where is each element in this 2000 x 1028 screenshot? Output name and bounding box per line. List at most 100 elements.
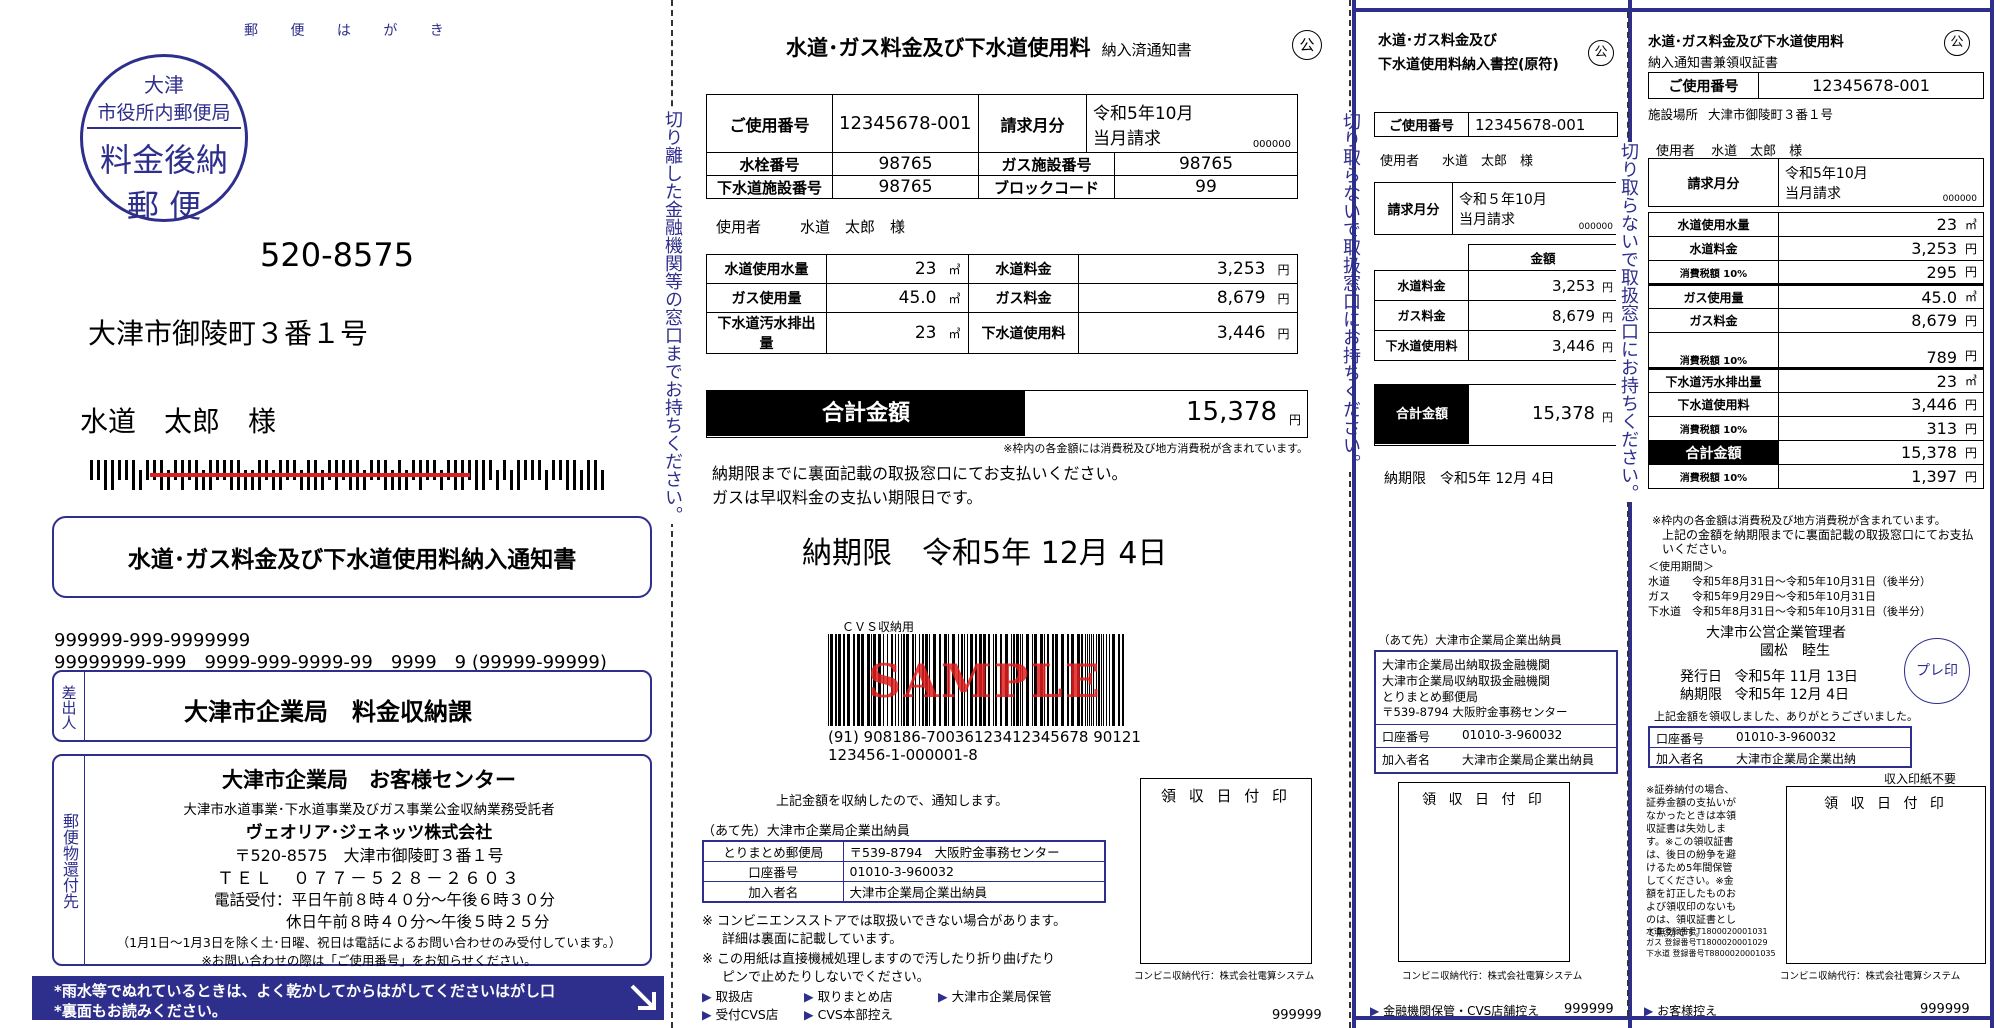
table-row: 下水道使用料 3,446 円: [1648, 392, 1984, 417]
footer-note1: *雨水等でぬれているときは、よく乾かしてからはがしてくださいはがし口: [54, 982, 556, 1000]
cr-issue-date: 令和5年 11月 13日: [1734, 669, 1858, 685]
barcode-bar: [594, 460, 597, 490]
cr-row-value: 3,446: [1911, 395, 1957, 414]
cr-row-unit: 円: [1964, 398, 1977, 412]
cf-footer-label: 金融機関保管・CVS店舗控え: [1383, 1004, 1540, 1018]
cr-row-label: 消費税額 10%: [1648, 464, 1779, 489]
cr-facility-value: 大津市御陵町３番１号: [1708, 107, 1834, 122]
block-label: ブロックコード: [978, 175, 1115, 199]
table-row: 水道料金 3,253 円: [1374, 270, 1618, 301]
cf-amount-blank: [1374, 244, 1469, 271]
table-row: 水道使用水量 23 ㎥水道料金 3,253 円: [706, 254, 1298, 284]
cr-row-value-cell: 295 円: [1778, 260, 1984, 285]
table-row: 下水道使用料 3,446 円: [1374, 330, 1618, 361]
sample-watermark: SAMPLE: [868, 654, 1102, 708]
return-box: 郵便物還付先 大津市企業局 お客様センター 大津市水道事業･下水道事業及びガス事…: [52, 754, 652, 968]
bank-value: 大津市企業局企業出納員: [842, 881, 1106, 903]
return-title: 大津市企業局 お客様センター: [222, 768, 516, 792]
table-row: 合計金額 15,378 円: [1648, 440, 1984, 465]
cr-row-value: 8,679: [1911, 311, 1957, 330]
cr-row-unit: ㎥: [1964, 218, 1977, 232]
block-code: 99: [1114, 175, 1298, 199]
cr-cvs-agent: コンビニ収納代行：株式会社電算システム: [1780, 971, 1961, 982]
cr-row-value: 1,397: [1911, 467, 1957, 486]
peel-arrow-icon[interactable]: [628, 982, 658, 1014]
cr-period-key: ガス: [1648, 590, 1670, 603]
return-sub: 大津市水道事業･下水道事業及びガス事業公金収納業務受託者: [183, 802, 555, 818]
barcode-bar: [559, 460, 562, 480]
barcode-bar: [118, 460, 121, 480]
table-row: 水道使用水量 23 ㎥: [1648, 212, 1984, 237]
cf-amounts: 金額 水道料金 3,253 円ガス料金 8,679 円下水道使用料 3,446 円: [1374, 244, 1618, 361]
cr-subscriber-row: 加入者名 大津市企業局企業出納: [1650, 748, 1910, 767]
total-label: 合計金額: [707, 391, 1025, 436]
barcode-bar: [580, 470, 583, 490]
charge-name: 水道料金: [968, 254, 1079, 284]
cr-footer: ▶ お客様控え: [1644, 1002, 1717, 1019]
cf-account-no: 01010-3-960032: [1462, 728, 1563, 742]
cf-bank-line: 大津市企業局収納取扱金融機関: [1382, 674, 1551, 688]
cr-row-label: 下水道使用料: [1648, 392, 1779, 417]
stamp-line1: 大津: [144, 73, 184, 97]
cr-user: 使用者 水道 太郎 様: [1656, 140, 1802, 159]
legend-item: ▶ 取扱店: [702, 986, 753, 1005]
cf-bank-line: 〒539-8794 大阪貯金事務センター: [1382, 705, 1568, 719]
postcard-panel: 郵 便 は が き 大津 市役所内郵便局 料金後納 郵 便 520-8575 大…: [32, 8, 664, 1020]
table-row: 下水道汚水排出量 23 ㎥下水道使用料 3,446 円: [706, 312, 1298, 354]
sewer-facility-label: 下水道施設番号: [706, 175, 833, 199]
legend-item: ▶ 取りまとめ店: [804, 986, 893, 1005]
barcode-redaction: [150, 473, 470, 477]
cr-reg-list: 水道 登録番号T1800020001031 ガス 登録番号T1800020001…: [1646, 926, 1776, 959]
charge-name: ガス料金: [968, 283, 1079, 313]
legend-item: ▶ 受付CVS店: [702, 1004, 778, 1023]
sewer-facility-no: 98765: [832, 175, 979, 199]
barcode-bar: [545, 470, 548, 490]
cr-pay-note: 上記の金額を納期限までに裏面記載の取扱窓口にてお支払いください。: [1662, 528, 1974, 556]
cvs-agent: コンビニ収納代行：株式会社電算システム: [1134, 971, 1315, 982]
barcode-bar: [828, 634, 829, 726]
barcode-bar: [517, 460, 520, 490]
receipt-title-sub: 納入済通知書: [1101, 41, 1192, 59]
cf-bank-line: 大津市企業局出納取扱金融機関: [1382, 658, 1551, 672]
cr-row-label: 消費税額 10%: [1648, 416, 1779, 441]
cr-serial: 999999: [1920, 1002, 1970, 1017]
stamp-box-label: 領 収 日 付 印: [1160, 787, 1292, 805]
cr-row-label: ガス料金: [1648, 308, 1779, 333]
cr-subscriber-label: 加入者名: [1656, 752, 1705, 766]
counterfoil-panel: 水道･ガス料金及び 下水道使用料納入書控(原符) 公 ご使用番号 1234567…: [1362, 8, 1626, 1020]
pay-note-2: ガスは早収料金の支払い期限日です。: [712, 488, 983, 507]
cr-stamp-box-label: 領 収 日 付 印: [1824, 796, 1948, 812]
receipt-stamp-box: 領 収 日 付 印: [1140, 778, 1312, 964]
cr-period-row: 水道 令和5年8月31日～令和5年10月31日（後半分）: [1648, 574, 1988, 589]
cr-row-value-cell: 1,397 円: [1778, 464, 1984, 489]
cr-reg: ガス 登録番号T1800020001029: [1646, 938, 1768, 947]
cf-total-value: 15,378: [1532, 403, 1595, 424]
barcode-bar: [524, 460, 527, 480]
charge-amount: 8,679: [1078, 283, 1272, 313]
cr-period-row: ガス 令和5年9月29日～令和5年10月31日: [1648, 589, 1988, 604]
cr-row-value: 3,253: [1911, 239, 1957, 258]
gas-facility-label: ガス施設番号: [978, 152, 1115, 176]
barcode-bar: [843, 634, 845, 726]
barcode-bar: [1118, 634, 1120, 726]
cr-stamp-free: 収入印紙不要: [1884, 772, 1957, 786]
cf-user-label: 使用者: [1380, 154, 1420, 169]
bank-row: とりまとめ郵便局 〒539-8794 大阪貯金事務センター: [702, 840, 1106, 862]
cr-row-value: 45.0: [1921, 287, 1957, 307]
cr-row-label: ガス使用量: [1648, 284, 1779, 309]
usage-info-table: ご使用番号 12345678-001 請求月分 令和5年10月 当月請求 000…: [706, 94, 1298, 153]
barcode-bar: [1112, 634, 1115, 726]
notice-title-box: 水道･ガス料金及び下水道使用料納入通知書: [52, 516, 652, 598]
bank-row: 加入者名 大津市企業局企業出納員: [702, 881, 1106, 903]
total-value: 15,378: [1186, 397, 1277, 427]
cr-reg: 水道 登録番号T1800020001031: [1646, 927, 1768, 936]
cr-row-value-cell: 23 ㎥: [1778, 368, 1984, 393]
cr-user-name: 水道 太郎 様: [1711, 144, 1803, 159]
triangle-icon: ▶: [804, 989, 814, 1004]
cr-period-label: ＜使用期間＞: [1648, 560, 1714, 573]
barcode-bar: [853, 634, 855, 726]
charge-unit: ㎥: [942, 254, 969, 284]
cr-period-key: 下水道: [1648, 605, 1681, 618]
cf-row-label: 下水道使用料: [1374, 330, 1469, 361]
addressee: （あて先）大津市企業局企業出納員: [702, 824, 910, 839]
